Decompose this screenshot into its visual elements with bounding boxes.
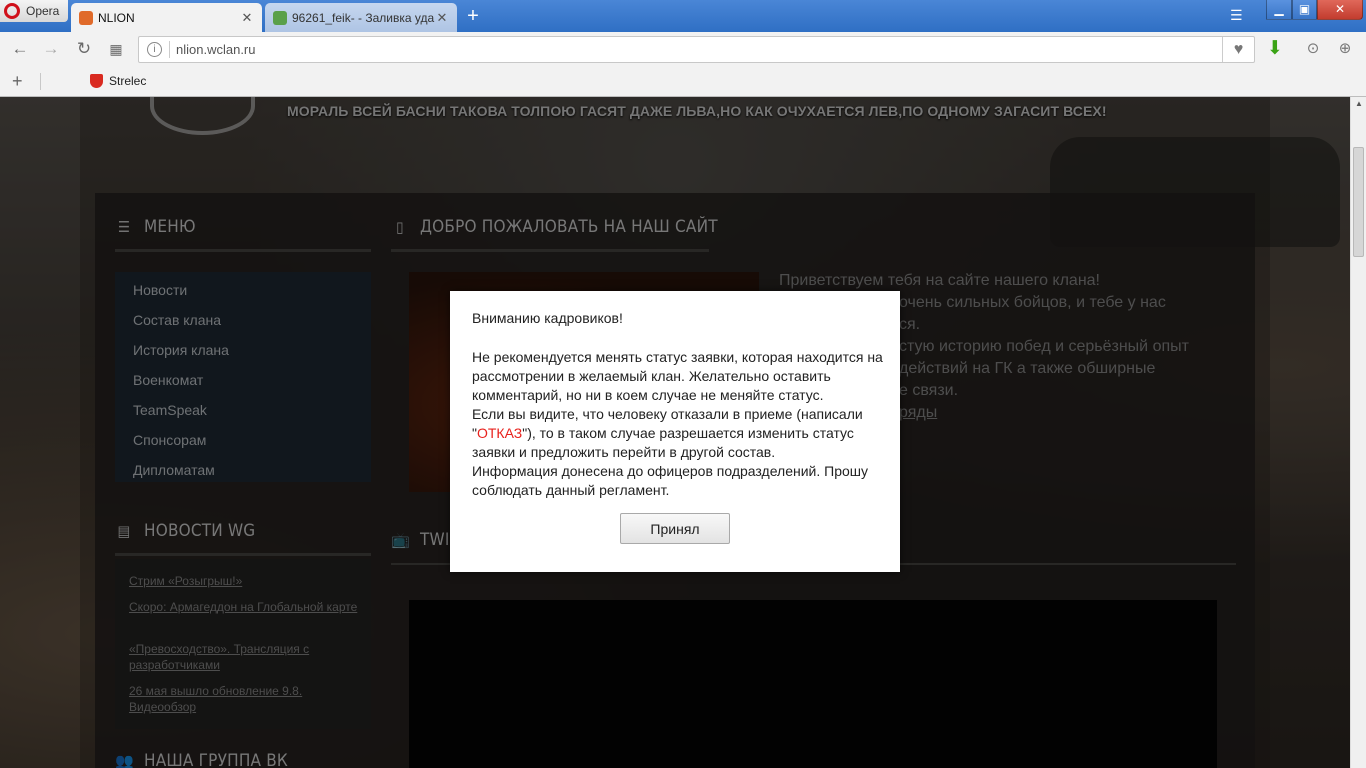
tab-title: NLION [98, 10, 135, 25]
address-bar[interactable]: i nlion.wclan.ru ♥ [138, 36, 1255, 63]
opera-menu-button[interactable]: Opera [0, 0, 68, 22]
page-viewport: МОРАЛЬ ВСЕЙ БАСНИ ТАКОВА ТОЛПОЮ ГАСЯТ ДА… [0, 97, 1350, 768]
stash-heart-icon[interactable]: ♥ [1222, 37, 1254, 62]
dialog-paragraph: Не рекомендуется менять статус заявки, к… [472, 349, 883, 403]
tab-upload[interactable]: 96261_feik- - Заливка уда ✕ [265, 3, 457, 32]
refusal-highlight: ОТКАЗ [476, 425, 523, 441]
tab-nlion[interactable]: NLION ✕ [71, 3, 262, 32]
speed-dial-grid-icon[interactable]: ▦ [105, 38, 127, 60]
minimize-button[interactable]: ▁ [1266, 0, 1292, 20]
close-tab-icon[interactable]: ✕ [435, 10, 449, 26]
scroll-up-arrow-icon[interactable]: ▲ [1355, 99, 1363, 108]
lion-favicon-icon [79, 10, 93, 25]
maximize-button[interactable]: ▣ [1292, 0, 1317, 20]
site-info-icon[interactable]: i [147, 42, 162, 57]
opera-menu-label: Opera [26, 4, 60, 18]
forward-button[interactable]: → [40, 38, 62, 60]
page-scrollbar[interactable]: ▲ [1350, 97, 1366, 768]
opera-logo-icon [4, 3, 20, 19]
reload-button[interactable]: ↻ [73, 38, 95, 60]
tab-title: 96261_feik- - Заливка уда [292, 10, 435, 25]
dialog-heading: Вниманию кадровиков! [472, 310, 623, 326]
dialog-paragraph: Информация донесена до офицеров подразде… [472, 463, 869, 498]
back-button[interactable]: ← [9, 38, 31, 60]
bookmark-strelec[interactable]: Strelec [90, 74, 146, 88]
downloads-icon[interactable]: ⊙ [1302, 38, 1324, 60]
dialog-paragraph: "), то в таком случае разрешается измени… [472, 425, 854, 460]
tab-menu-icon[interactable]: ☰ [1230, 7, 1243, 24]
shield-icon [90, 74, 103, 88]
image-favicon-icon [273, 10, 287, 25]
add-bookmark-icon[interactable]: + [12, 71, 23, 92]
url-text[interactable]: nlion.wclan.ru [176, 42, 256, 57]
bookmarks-bar: + Strelec [0, 66, 1366, 97]
close-window-button[interactable]: ✕ [1317, 0, 1363, 20]
scrollbar-thumb[interactable] [1353, 147, 1364, 257]
download-extension-icon[interactable]: ⬇ [1264, 38, 1286, 60]
address-separator [169, 41, 170, 58]
bookmark-label: Strelec [109, 74, 147, 88]
notice-dialog: Вниманию кадровиков! Не рекомендуется ме… [450, 291, 900, 572]
close-tab-icon[interactable]: ✕ [240, 10, 254, 26]
new-tab-button[interactable]: + [462, 6, 484, 28]
tab-bar: Opera NLION ✕ 96261_feik- - Заливка уда … [0, 0, 1366, 32]
bookmarks-separator [40, 73, 41, 90]
accept-button[interactable]: Принял [620, 513, 730, 544]
vpn-status-icon[interactable]: ⊕ [1334, 38, 1356, 60]
navigation-bar: ← → ↻ ▦ i nlion.wclan.ru ♥ ⬇ ⊙ ⊕ [0, 32, 1366, 66]
dialog-body: Не рекомендуется менять статус заявки, к… [472, 348, 884, 500]
